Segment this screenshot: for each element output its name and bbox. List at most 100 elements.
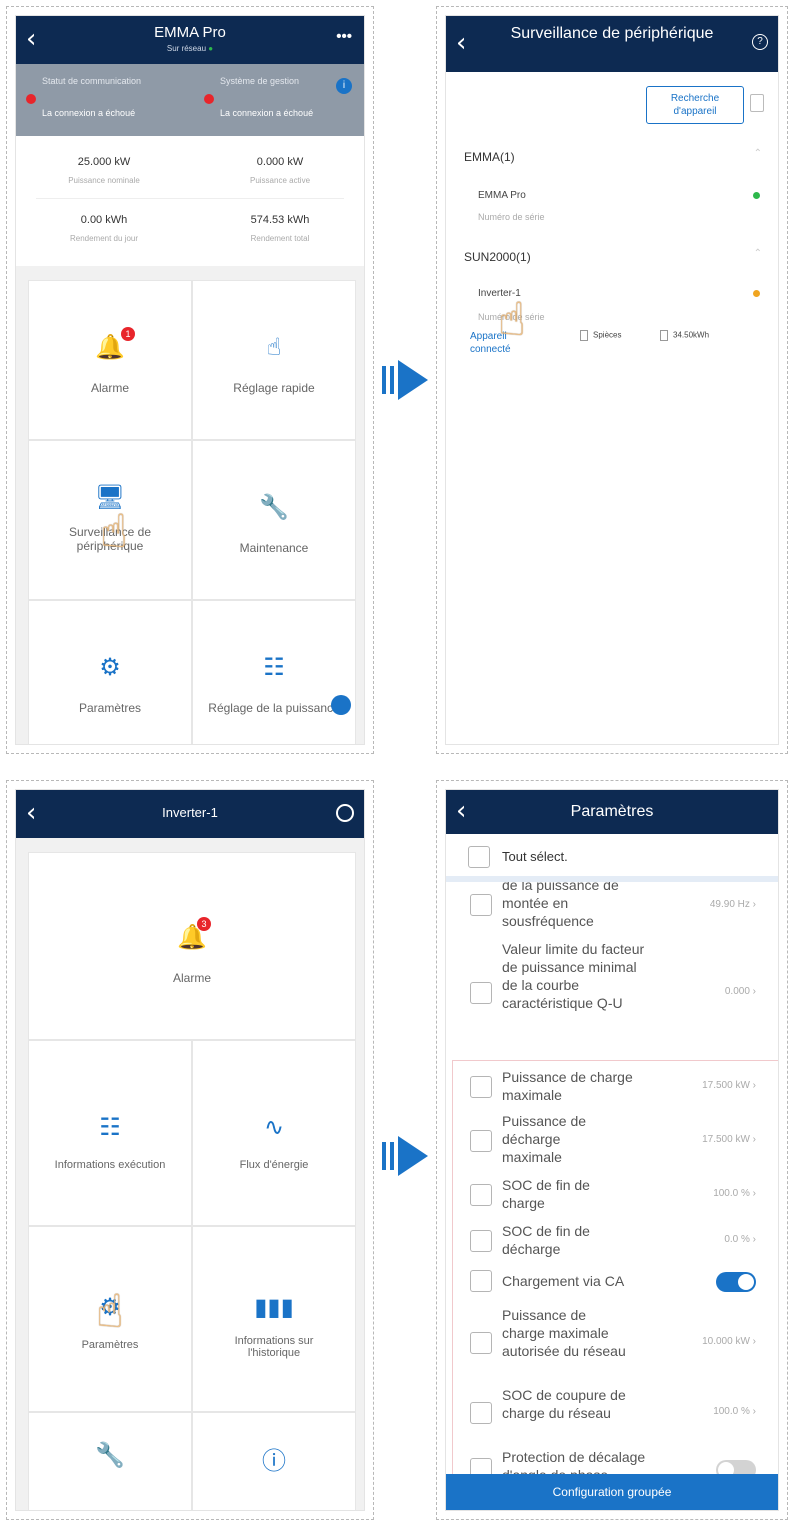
page-title: EMMA Pro xyxy=(154,24,226,41)
param-checkbox[interactable] xyxy=(470,982,492,1004)
collapse-chevron-icon[interactable]: ⌃ xyxy=(754,148,762,159)
energy-flow-tile[interactable]: ∿ Flux d'énergie xyxy=(192,1040,356,1226)
floating-chat-icon[interactable] xyxy=(331,695,351,715)
tile-label: Paramètres xyxy=(81,1339,139,1351)
stat-active-power: 0.000 kW Puissance active xyxy=(249,156,311,185)
param-label: SOC de coupure de charge du réseau xyxy=(502,1387,626,1421)
select-all-checkbox[interactable] xyxy=(468,846,490,868)
phase-angle-protection-toggle[interactable] xyxy=(716,1460,756,1474)
tap-hand-icon: ☝ xyxy=(100,504,129,558)
tile-label: Flux d'énergie xyxy=(239,1159,309,1171)
param-checkbox[interactable] xyxy=(470,1458,492,1474)
parameter-list: de la puissance de montée en sousfréquen… xyxy=(446,882,778,1474)
gear-icon: ⚙ xyxy=(99,653,121,681)
error-icon xyxy=(26,94,36,104)
help-icon[interactable]: ? xyxy=(752,34,768,50)
page-title: Surveillance de périphérique xyxy=(510,25,714,42)
param-checkbox[interactable] xyxy=(470,1332,492,1354)
next-step-arrow-icon xyxy=(382,360,434,400)
param-checkbox[interactable] xyxy=(470,1402,492,1424)
param-checkbox[interactable] xyxy=(470,1270,492,1292)
toggle-knob xyxy=(718,1462,734,1474)
phone-screen: ‹ Paramètres Tout sélect. de la puissanc… xyxy=(445,789,779,1511)
bell-icon: 🔔 xyxy=(177,923,207,951)
about-tile[interactable]: ⓘ xyxy=(192,1412,356,1510)
param-row[interactable]: SOC de fin de charge 100.0 % › xyxy=(446,1172,778,1214)
stat-rated-power: 25.000 kW Puissance nominale xyxy=(68,156,140,185)
param-value: 17.500 kW › xyxy=(702,1134,756,1145)
wrench-icon: 🔧 xyxy=(259,493,289,521)
param-checkbox[interactable] xyxy=(470,894,492,916)
back-arrow-icon[interactable]: ‹ xyxy=(26,800,36,826)
param-row[interactable]: Chargement via CA xyxy=(446,1266,778,1298)
header-bar: ‹ EMMA Pro Sur réseau ● ••• xyxy=(16,16,364,64)
trash-icon[interactable] xyxy=(750,94,764,112)
status-banner: Statut de communication La connexion a é… xyxy=(16,64,364,136)
param-checkbox[interactable] xyxy=(470,1130,492,1152)
device-row-inverter[interactable]: Inverter-1 Numéro de série Appareil conn… xyxy=(446,286,778,366)
tap-hand-icon: ☝ xyxy=(96,1284,125,1338)
param-row[interactable]: Puissance de charge maximale autorisée d… xyxy=(446,1304,778,1382)
select-all-label: Tout sélect. xyxy=(502,849,568,864)
maintenance-tile[interactable]: 🔧 Maintenance xyxy=(192,440,356,600)
communication-status-value: La connexion a échoué xyxy=(42,108,136,118)
error-icon xyxy=(204,94,214,104)
param-value: 100.0 % › xyxy=(713,1406,756,1417)
ac-charging-toggle[interactable] xyxy=(716,1272,756,1292)
param-row[interactable]: Valeur limite du facteur de puissance mi… xyxy=(446,940,778,1050)
device-serial: Numéro de série xyxy=(478,212,545,222)
back-arrow-icon[interactable]: ‹ xyxy=(456,798,466,824)
param-checkbox[interactable] xyxy=(470,1230,492,1252)
settings-tile[interactable]: ⚙ Paramètres xyxy=(28,600,192,744)
more-menu-icon[interactable]: ••• xyxy=(336,28,352,45)
param-checkbox[interactable] xyxy=(470,1184,492,1206)
param-value: 100.0 % › xyxy=(713,1188,756,1199)
management-status-value: La connexion a échoué xyxy=(220,108,314,118)
history-info-tile[interactable]: ▮▮▮ Informations sur l'historique xyxy=(192,1226,356,1412)
tap-hand-icon: ☝ xyxy=(498,292,527,346)
phone-screen: ‹ Inverter-1 🔔 3 Alarme ☷ Informations e… xyxy=(15,789,365,1511)
select-all-row[interactable]: Tout sélect. xyxy=(446,834,778,882)
param-row[interactable]: Puissance de décharge maximale 17.500 kW… xyxy=(446,1112,778,1170)
param-value: 49.90 Hz › xyxy=(709,899,756,910)
device-row[interactable]: EMMA Pro Numéro de série xyxy=(446,188,778,238)
power-adjustment-tile[interactable]: ☷ Réglage de la puissance xyxy=(192,600,356,744)
communication-status-label: Statut de communication xyxy=(42,76,142,86)
alarm-tile[interactable]: 🔔 3 Alarme xyxy=(28,852,356,1040)
screenshot-panel-device-monitoring: ‹ Surveillance de périphérique ? Recherc… xyxy=(436,6,788,754)
page-title: Paramètres xyxy=(570,803,654,820)
collapse-chevron-icon[interactable]: ⌃ xyxy=(754,248,762,259)
group-title: EMMA(1) xyxy=(464,150,515,164)
next-step-arrow-icon xyxy=(382,1136,434,1176)
quick-setup-tile[interactable]: ☝ Réglage rapide xyxy=(192,280,356,440)
group-title: SUN2000(1) xyxy=(464,250,531,264)
param-checkbox[interactable] xyxy=(470,1076,492,1098)
management-status-label: Système de gestion xyxy=(220,76,300,86)
page-title: Inverter-1 xyxy=(162,805,218,820)
bar-chart-icon: ▮▮▮ xyxy=(254,1293,294,1321)
maintenance-tile[interactable]: 🔧 xyxy=(28,1412,192,1510)
param-row[interactable]: SOC de coupure de charge du réseau 100.0… xyxy=(446,1384,778,1444)
param-row[interactable]: de la puissance de montée en sousfréquen… xyxy=(446,882,778,938)
device-group-sun2000[interactable]: SUN2000(1) ⌃ xyxy=(446,248,778,268)
param-label: Puissance de charge maximale autorisée d… xyxy=(502,1307,626,1359)
alarm-count-badge: 3 xyxy=(197,917,211,931)
screenshot-panel-parameters: ‹ Paramètres Tout sélect. de la puissanc… xyxy=(436,780,788,1520)
search-device-button[interactable]: Recherche d'appareil xyxy=(646,86,744,124)
info-icon[interactable]: i xyxy=(336,78,352,94)
online-status-dot xyxy=(753,192,760,199)
batch-configuration-button[interactable]: Configuration groupée xyxy=(446,1474,778,1510)
alarm-tile[interactable]: 🔔 1 Alarme xyxy=(28,280,192,440)
param-label: Puissance de charge maximale xyxy=(502,1069,633,1103)
param-row[interactable]: Puissance de charge maximale 17.500 kW › xyxy=(446,1066,778,1108)
running-info-tile[interactable]: ☷ Informations exécution xyxy=(28,1040,192,1226)
screenshot-panel-device-home: ‹ EMMA Pro Sur réseau ● ••• Statut de co… xyxy=(6,6,374,754)
header-bar: ‹ Inverter-1 xyxy=(16,790,364,838)
tile-label: Maintenance xyxy=(239,541,309,555)
back-arrow-icon[interactable]: ‹ xyxy=(456,30,466,56)
device-group-emma[interactable]: EMMA(1) ⌃ xyxy=(446,148,778,168)
param-row[interactable]: SOC de fin de décharge 0.0 % › xyxy=(446,1218,778,1260)
stat-daily-yield: 0.00 kWh Rendement du jour xyxy=(69,214,139,243)
param-row[interactable]: Protection de décalage d'angle de phase xyxy=(446,1446,778,1474)
circle-action-icon[interactable] xyxy=(336,804,354,822)
